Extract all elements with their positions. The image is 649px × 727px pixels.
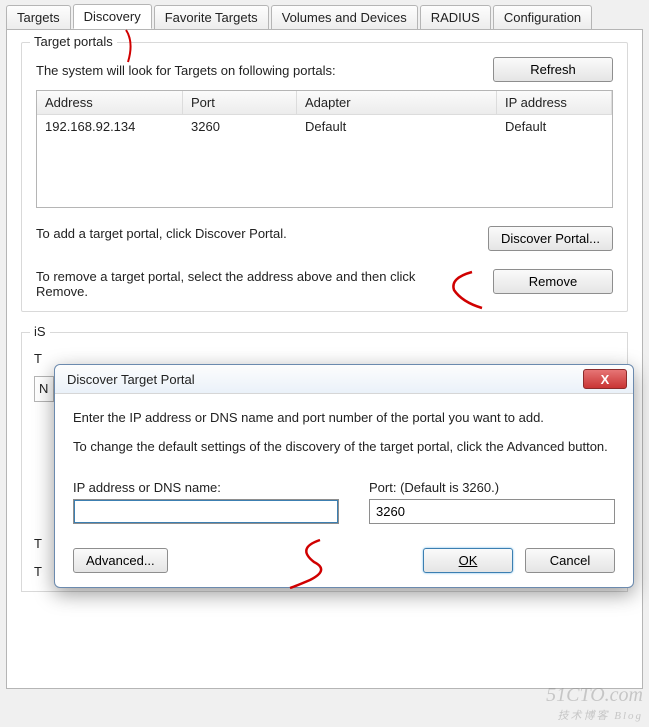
close-icon: X [601,372,610,387]
tab-discovery[interactable]: Discovery [73,4,152,29]
dialog-title: Discover Target Portal [67,372,195,387]
cancel-button[interactable]: Cancel [525,548,615,573]
cell-address: 192.168.92.134 [37,115,183,138]
dialog-titlebar[interactable]: Discover Target Portal X [55,365,633,394]
tab-favorite-targets[interactable]: Favorite Targets [154,5,269,30]
watermark: 51CTO.com 技术博客 Blog [546,684,643,723]
tab-volumes-devices[interactable]: Volumes and Devices [271,5,418,30]
portals-table[interactable]: Address Port Adapter IP address 192.168.… [36,90,613,208]
cell-adapter: Default [297,115,497,138]
add-portal-text: To add a target portal, click Discover P… [36,226,287,241]
tab-targets[interactable]: Targets [6,5,71,30]
cell-port: 3260 [183,115,297,138]
isns-title-fragment: iS [30,324,50,339]
remove-button[interactable]: Remove [493,269,613,294]
close-button[interactable]: X [583,369,627,389]
refresh-button[interactable]: Refresh [493,57,613,82]
cell-ip: Default [497,115,612,138]
group-title: Target portals [30,34,117,49]
ip-address-label: IP address or DNS name: [73,480,339,495]
remove-portal-text: To remove a target portal, select the ad… [36,269,416,299]
col-address[interactable]: Address [37,91,183,114]
tab-strip: Targets Discovery Favorite Targets Volum… [0,0,649,29]
col-ip-address[interactable]: IP address [497,91,612,114]
isns-table-fragment: N [34,376,54,402]
port-input[interactable] [369,499,615,524]
discover-portal-button[interactable]: Discover Portal... [488,226,613,251]
look-for-targets-text: The system will look for Targets on foll… [36,57,336,78]
table-header: Address Port Adapter IP address [37,91,612,115]
discovery-tab-panel: Target portals The system will look for … [6,29,643,689]
dialog-instruction-2: To change the default settings of the di… [73,439,615,454]
obscured-text-2: T [34,564,42,579]
advanced-button[interactable]: Advanced... [73,548,168,573]
tab-configuration[interactable]: Configuration [493,5,592,30]
target-portals-group: Target portals The system will look for … [21,42,628,312]
ok-button[interactable]: OK [423,548,513,573]
port-label: Port: (Default is 3260.) [369,480,615,495]
ip-address-input[interactable] [73,499,339,524]
tab-radius[interactable]: RADIUS [420,5,491,30]
table-row[interactable]: 192.168.92.134 3260 Default Default [37,115,612,138]
dialog-instruction-1: Enter the IP address or DNS name and por… [73,410,615,425]
col-port[interactable]: Port [183,91,297,114]
obscured-text-1: T [34,536,42,551]
discover-target-portal-dialog: Discover Target Portal X Enter the IP ad… [54,364,634,588]
col-adapter[interactable]: Adapter [297,91,497,114]
